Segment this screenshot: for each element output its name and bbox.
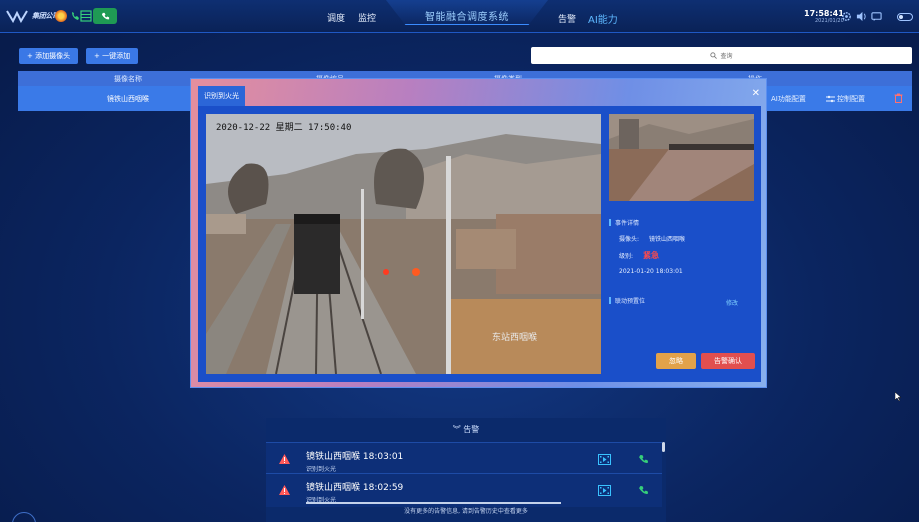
top-bar: 集团公司 调度 监控 智能融合调度系统 告警 AI能力 17:58:41 202… (0, 0, 919, 33)
alarm-panel: ︾ 告警 镜铁山西咽喉 18:03:01 识别到火光 镜铁山西咽喉 18:02:… (266, 418, 666, 522)
level-value: 紧急 (642, 251, 659, 260)
nav-monitor[interactable]: 监控 (358, 11, 376, 24)
camera-info: 摄像头: 镜铁山西咽喉 (619, 234, 685, 243)
video-caption: 东站西咽喉 (492, 333, 538, 343)
chevron-down-icon: ︾ (452, 425, 461, 434)
search-input[interactable]: 查询 (531, 47, 912, 64)
video-icon[interactable] (598, 485, 611, 496)
alarm-item-title: 镜铁山西咽喉 18:02:59 (306, 483, 404, 493)
phone-icon[interactable] (638, 485, 649, 496)
nav-dispatch[interactable]: 调度 (327, 11, 345, 24)
event-time: 2021-01-20 18:03:01 (619, 268, 683, 275)
edit-link[interactable]: 修改 (726, 298, 738, 307)
add-camera-button[interactable]: + 添加摄像头 (19, 48, 79, 64)
clock: 17:58:41 2021/01/20 (804, 9, 844, 24)
search-icon (710, 52, 718, 59)
linkage-section: 联动预置位 (609, 296, 645, 305)
alarm-panel-header[interactable]: ︾ 告警 (266, 418, 666, 442)
logo-icon (6, 10, 28, 23)
event-detail-title: 事件详情 (615, 220, 640, 227)
confirm-alarm-button[interactable]: 告警确认 (701, 353, 755, 369)
alarm-panel-title: 告警 (463, 425, 480, 434)
phone-icon (101, 12, 109, 19)
status-circle-icon[interactable] (55, 10, 67, 22)
control-config-link[interactable]: 控制配置 (826, 94, 865, 104)
nav-alarm[interactable]: 告警 (558, 12, 576, 25)
alarm-detail-modal: 识别到火光 ✕ 2020-12-22 星期二 17:50:40 东站西咽喉 事件… (190, 78, 767, 388)
one-key-add-button[interactable]: + 一键添加 (86, 48, 139, 64)
warning-icon (279, 485, 290, 495)
ai-config-link[interactable]: AI功能配置 (771, 94, 806, 104)
level-label: 级别: (619, 253, 634, 260)
snapshot-thumbnail[interactable] (609, 114, 754, 201)
alarm-item-subtitle: 识别到火光 (306, 466, 337, 473)
phone-grid-icon[interactable] (70, 10, 92, 22)
camera-name-cell: 镜铁山西咽喉 (107, 95, 149, 103)
corner-button[interactable] (12, 512, 36, 522)
theme-toggle[interactable] (897, 13, 913, 21)
trash-icon[interactable] (894, 93, 903, 103)
modal-body: 2020-12-22 星期二 17:50:40 东站西咽喉 事件详情 摄像头: … (198, 106, 761, 382)
alarm-list-item[interactable]: 镜铁山西咽喉 18:03:01 识别到火光 (266, 442, 662, 476)
alarm-item-title: 镜铁山西咽喉 18:03:01 (306, 452, 404, 462)
camera-label: 摄像头: (619, 236, 640, 243)
close-icon[interactable]: ✕ (752, 88, 760, 99)
scrollbar[interactable] (662, 442, 665, 452)
railway-scene-image (206, 114, 601, 374)
modal-tab[interactable]: 识别到火光 (198, 86, 245, 106)
video-player[interactable]: 2020-12-22 星期二 17:50:40 东站西咽喉 (206, 114, 601, 374)
mouse-cursor-icon (895, 392, 901, 401)
video-timestamp: 2020-12-22 星期二 17:50:40 (216, 123, 352, 133)
nav-ai[interactable]: AI能力 (588, 11, 618, 26)
alarm-footnote: 没有更多的告警信息, 请到告警历史中查看更多 (404, 508, 528, 515)
camera-value: 镜铁山西咽喉 (648, 236, 685, 243)
event-detail-section: 事件详情 (609, 218, 639, 227)
clock-date: 2021/01/20 (814, 18, 844, 24)
clock-time: 17:58:41 (804, 9, 844, 18)
horizontal-scrollbar[interactable] (306, 502, 561, 504)
linkage-label: 联动预置位 (615, 298, 646, 305)
warning-icon (279, 454, 290, 464)
volume-icon[interactable] (856, 11, 867, 22)
ignore-button[interactable]: 忽略 (656, 353, 696, 369)
level-info: 级别: 紧急 (619, 250, 659, 261)
snapshot-image (609, 114, 754, 201)
message-icon[interactable] (871, 11, 882, 22)
video-icon[interactable] (598, 454, 611, 465)
system-title: 智能融合调度系统 (425, 12, 509, 23)
control-config-label: 控制配置 (837, 95, 865, 103)
sliders-icon (826, 95, 835, 103)
gear-icon[interactable] (841, 11, 852, 22)
search-placeholder: 查询 (720, 53, 733, 60)
col-header-name: 摄像名称 (114, 75, 142, 83)
call-button[interactable] (93, 8, 117, 24)
company-logo: 集团公司 (6, 9, 59, 23)
phone-icon[interactable] (638, 454, 649, 465)
